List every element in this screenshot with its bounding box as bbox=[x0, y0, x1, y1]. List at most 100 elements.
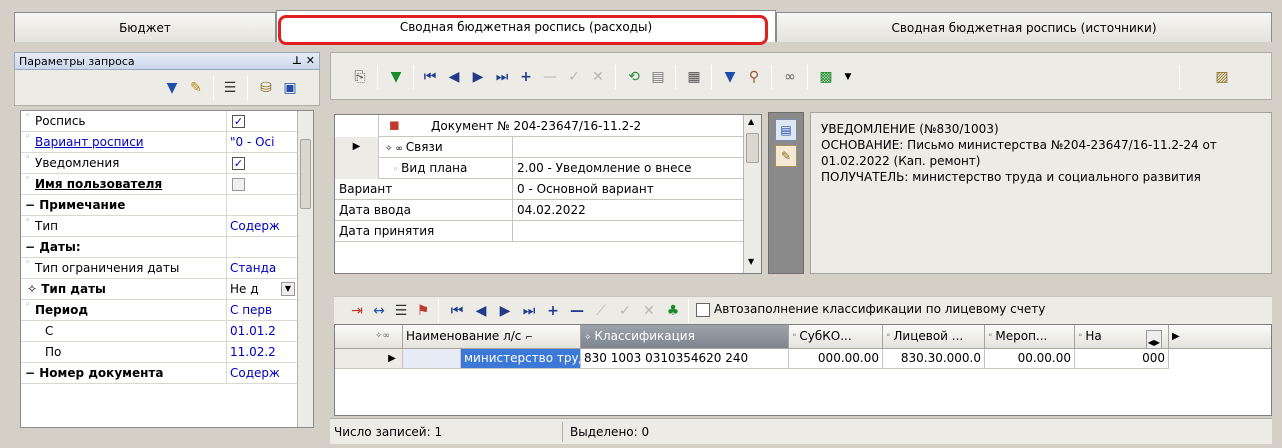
autofill-checkbox[interactable] bbox=[696, 303, 710, 317]
document-icon[interactable]: ▤ bbox=[647, 66, 669, 88]
table-cell[interactable]: 00.00.00 bbox=[985, 349, 1075, 369]
dropdown-arrow-icon[interactable]: ▼ bbox=[281, 282, 295, 296]
scroll-right-icon[interactable]: ▶ bbox=[1169, 325, 1271, 349]
tab-budget[interactable]: Бюджет bbox=[14, 12, 276, 42]
properties-scrollbar[interactable] bbox=[297, 111, 313, 427]
scroll-up-icon[interactable]: ▲ bbox=[748, 117, 754, 126]
document-row[interactable]: ▶ ✧ ∞ Связи bbox=[335, 137, 743, 158]
last-record-icon[interactable]: ⏭ bbox=[491, 66, 513, 88]
property-value[interactable]: 01.01.2 bbox=[228, 321, 297, 342]
property-value[interactable]: Содерж bbox=[228, 363, 297, 384]
property-checkbox[interactable]: ✓ bbox=[232, 115, 245, 128]
next-record-icon[interactable]: ▶ bbox=[494, 300, 516, 322]
link-icon[interactable]: ∞ bbox=[779, 66, 801, 88]
pin-close-icons[interactable]: ⊥ ✕ bbox=[292, 54, 315, 67]
add-icon[interactable]: + bbox=[515, 66, 537, 88]
property-value[interactable]: 11.02.2 bbox=[228, 342, 297, 363]
property-value[interactable]: Содерж bbox=[228, 216, 297, 237]
clear-filter-icon[interactable]: ✎ bbox=[185, 77, 207, 99]
property-value[interactable]: С перв bbox=[228, 300, 297, 321]
emerald-icon[interactable]: ▼ bbox=[385, 66, 407, 88]
property-row[interactable]: ◦ Период С перв bbox=[21, 300, 297, 321]
property-row[interactable]: ◦ Тип Содерж bbox=[21, 216, 297, 237]
table-cell[interactable]: 830.30.000.0 bbox=[883, 349, 985, 369]
document-field-value[interactable]: 04.02.2022 bbox=[513, 200, 743, 221]
document-field-value[interactable]: 0 - Основной вариант bbox=[513, 179, 743, 200]
property-row[interactable]: ◦ Уведомления ✓ bbox=[21, 153, 297, 174]
table-cell-selected[interactable]: министерство труда и bbox=[461, 349, 581, 369]
list-icon[interactable]: ☰ bbox=[390, 300, 412, 322]
property-row[interactable]: ◦ Вариант росписи "0 - Осі bbox=[21, 132, 297, 153]
save-query-icon[interactable]: ▣ bbox=[279, 77, 301, 99]
property-checkbox[interactable]: ✓ bbox=[232, 157, 245, 170]
property-value[interactable]: "0 - Осі bbox=[228, 132, 297, 153]
property-section[interactable]: − Примечание bbox=[21, 195, 297, 216]
binoculars-icon[interactable]: ⚲ bbox=[743, 66, 765, 88]
details-view-icon[interactable]: ▤ bbox=[775, 119, 797, 141]
document-field-value[interactable] bbox=[513, 137, 743, 158]
column-header-sorted[interactable]: ✧ Классификация bbox=[581, 325, 789, 349]
scroll-thumb[interactable] bbox=[300, 139, 311, 209]
table-cell[interactable]: 000.00.00 bbox=[789, 349, 883, 369]
status-bar: Число записей: 1 Выделено: 0 bbox=[330, 418, 1272, 444]
table-cell[interactable] bbox=[403, 349, 461, 369]
copy-icon[interactable]: ⎘ bbox=[349, 66, 371, 88]
next-record-icon[interactable]: ▶ bbox=[467, 66, 489, 88]
property-row[interactable]: С 01.01.2 bbox=[21, 321, 297, 342]
open-query-icon[interactable]: ⛁ bbox=[255, 77, 277, 99]
tab-sources[interactable]: Сводная бюджетная роспись (источники) bbox=[776, 12, 1272, 42]
column-scroll-icon[interactable]: ◀▶ bbox=[1145, 330, 1162, 348]
tab-expenses[interactable]: Сводная бюджетная роспись (расходы) bbox=[276, 10, 776, 42]
property-row[interactable]: По 11.02.2 bbox=[21, 342, 297, 363]
filter-icon[interactable]: ▼ bbox=[161, 77, 183, 99]
property-row[interactable]: ◦ Имя пользователя bbox=[21, 174, 297, 195]
tree-icon[interactable]: ♣ bbox=[662, 300, 684, 322]
filter-icon[interactable]: ▼ bbox=[719, 66, 741, 88]
document-row[interactable]: ◦ Вид плана 2.00 - Уведомление о внесе bbox=[335, 158, 743, 179]
document-row[interactable]: Дата ввода 04.02.2022 bbox=[335, 200, 743, 221]
property-section[interactable]: − Даты: bbox=[21, 237, 297, 258]
property-value[interactable]: Станда bbox=[228, 258, 297, 279]
document-row[interactable]: Вариант 0 - Основной вариант bbox=[335, 179, 743, 200]
first-record-icon[interactable]: ⏮ bbox=[446, 300, 468, 322]
document-field-value[interactable]: 2.00 - Уведомление о внесе bbox=[513, 158, 743, 179]
delete-icon[interactable]: — bbox=[566, 300, 588, 322]
document-row[interactable]: Дата принятия bbox=[335, 221, 743, 242]
calculator-icon[interactable]: ▦ bbox=[683, 66, 705, 88]
property-section[interactable]: − Номер документа Содерж bbox=[21, 363, 297, 384]
query-properties-grid: ◦ Роспись ✓ ◦ Вариант росписи "0 - Осі ◦ Ув… bbox=[20, 110, 314, 428]
edit-note-icon[interactable]: ✎ bbox=[775, 145, 797, 167]
last-record-icon[interactable]: ⏭ bbox=[518, 300, 540, 322]
prev-record-icon[interactable]: ◀ bbox=[443, 66, 465, 88]
property-name: Период bbox=[21, 300, 227, 321]
first-record-icon[interactable]: ⏮ bbox=[419, 66, 441, 88]
scroll-thumb[interactable] bbox=[746, 133, 759, 163]
chevron-down-icon[interactable]: ▼ bbox=[837, 66, 859, 88]
property-row[interactable]: ✧ Тип даты Не д ▼ bbox=[21, 279, 297, 300]
refresh-icon[interactable]: ⟲ bbox=[623, 66, 645, 88]
query-panel-toolbar: ▼ ✎ ☰ ⛁ ▣ bbox=[14, 70, 320, 106]
document-field-value[interactable] bbox=[513, 221, 743, 242]
column-header[interactable]: ° Мероп... bbox=[985, 325, 1075, 349]
link-arrows-icon[interactable]: ↔ bbox=[368, 300, 390, 322]
link-column-header[interactable]: ✧∞ bbox=[335, 325, 403, 349]
column-header[interactable]: ° На ◀▶ bbox=[1075, 325, 1169, 349]
column-header[interactable]: ° Лицевой ... bbox=[883, 325, 985, 349]
add-icon[interactable]: + bbox=[542, 300, 564, 322]
table-cell[interactable]: 000 bbox=[1075, 349, 1169, 369]
prev-record-icon[interactable]: ◀ bbox=[470, 300, 492, 322]
flag-icon[interactable]: ⚑ bbox=[412, 300, 434, 322]
properties-icon[interactable]: ▨ bbox=[1211, 66, 1233, 88]
column-header[interactable]: ° СубКО... bbox=[789, 325, 883, 349]
property-value[interactable]: Не д ▼ bbox=[228, 279, 297, 300]
property-row[interactable]: ◦ Тип ограничения даты Станда bbox=[21, 258, 297, 279]
document-scrollbar[interactable]: ▲ ▼ bbox=[743, 115, 761, 273]
reports-icon[interactable]: ▩ bbox=[815, 66, 837, 88]
property-checkbox[interactable] bbox=[232, 178, 245, 191]
column-header[interactable]: Наименование л/с ⌐ bbox=[403, 325, 581, 349]
property-row[interactable]: ◦ Роспись ✓ bbox=[21, 111, 297, 132]
import-icon[interactable]: ⇥ bbox=[346, 300, 368, 322]
table-cell[interactable]: 830 1003 0310354620 240 bbox=[581, 349, 789, 369]
scroll-down-icon[interactable]: ▼ bbox=[748, 257, 754, 266]
list-icon[interactable]: ☰ bbox=[219, 77, 241, 99]
